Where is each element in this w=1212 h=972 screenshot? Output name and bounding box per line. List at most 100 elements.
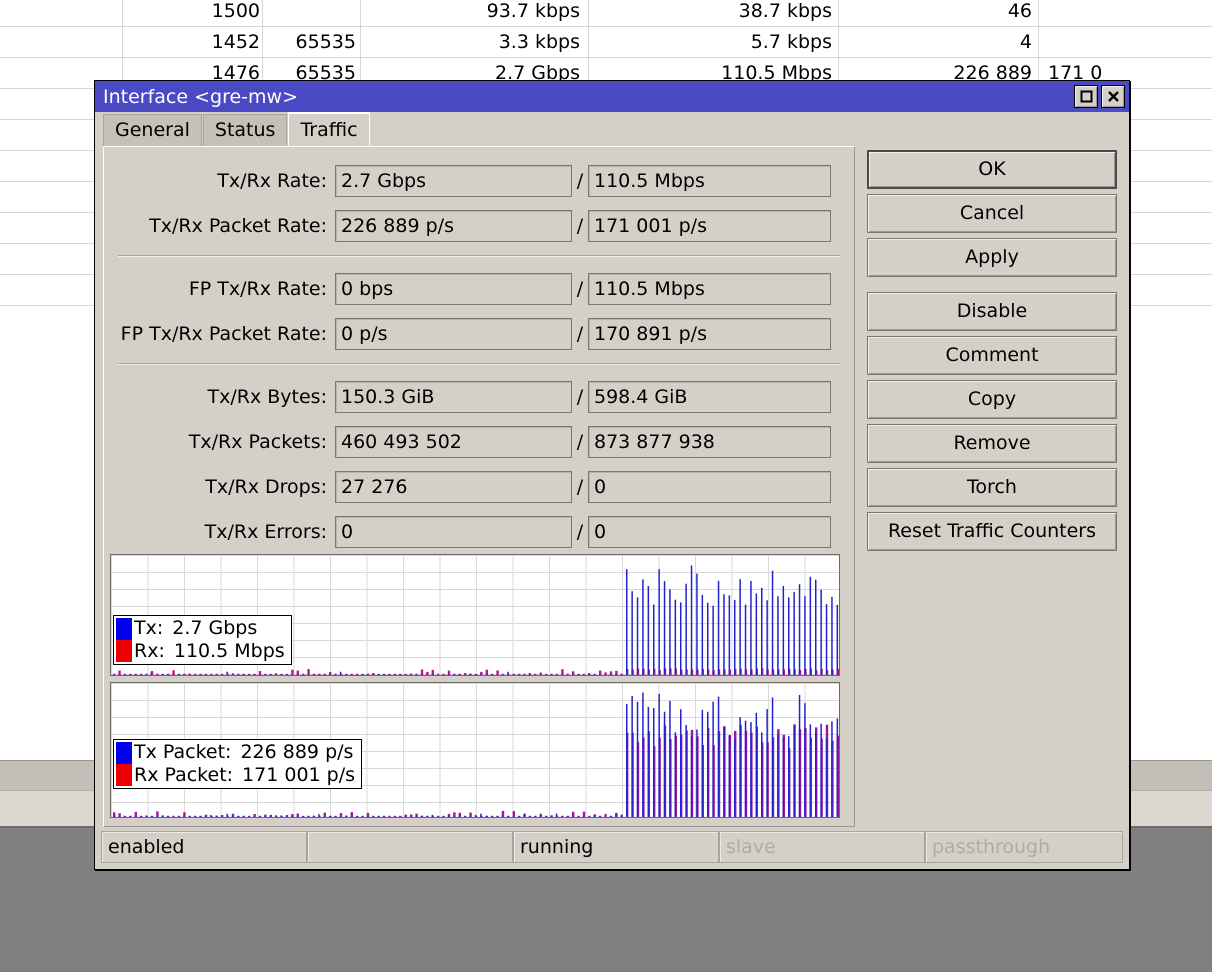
value-tx-packets[interactable]: 460 493 502 xyxy=(335,426,572,458)
legend-swatches xyxy=(116,742,132,786)
legend-value-tx: 2.7 Gbps xyxy=(172,617,258,639)
status-enabled: enabled xyxy=(101,831,307,863)
ok-button[interactable]: OK xyxy=(867,150,1117,189)
rate-graph-legend: Tx: 2.7 Gbps Rx: 110.5 Mbps xyxy=(113,615,292,665)
tab-strip: General Status Traffic xyxy=(95,112,1129,146)
legend-swatch-rx xyxy=(116,640,132,662)
value-rx-errors[interactable]: 0 xyxy=(588,516,831,548)
field-row-tx-rx-errors: Tx/Rx Errors: 0 / 0 xyxy=(104,516,854,548)
legend-row-rx-packet: Rx Packet: 171 001 p/s xyxy=(134,764,355,787)
bg-cell-mtu: 1500 xyxy=(211,0,260,22)
form-separator xyxy=(118,363,840,365)
legend-row-rx: Rx: 110.5 Mbps xyxy=(134,640,285,663)
field-separator: / xyxy=(576,170,584,192)
legend-row-tx: Tx: 2.7 Gbps xyxy=(134,617,285,640)
close-icon[interactable] xyxy=(1101,85,1125,108)
legend-key-tx-packet: Tx Packet: xyxy=(134,741,232,763)
maximize-icon[interactable] xyxy=(1074,85,1098,108)
label-tx-rx-packet-rate: Tx/Rx Packet Rate: xyxy=(149,215,327,237)
label-tx-rx-bytes: Tx/Rx Bytes: xyxy=(207,386,327,408)
field-separator: / xyxy=(576,215,584,237)
legend-row-tx-packet: Tx Packet: 226 889 p/s xyxy=(134,741,355,764)
field-separator: / xyxy=(576,386,584,408)
value-rx-rate[interactable]: 110.5 Mbps xyxy=(588,165,831,197)
reset-traffic-counters-button[interactable]: Reset Traffic Counters xyxy=(867,512,1117,551)
value-fp-tx-packet-rate[interactable]: 0 p/s xyxy=(335,318,572,350)
dialog-titlebar[interactable]: Interface <gre-mw> xyxy=(95,81,1129,112)
value-fp-rx-rate[interactable]: 110.5 Mbps xyxy=(588,273,831,305)
bg-cell-tx: 3.3 kbps xyxy=(498,31,580,53)
bg-cell-rx: 5.7 kbps xyxy=(750,31,832,53)
value-rx-bytes[interactable]: 598.4 GiB xyxy=(588,381,831,413)
legend-swatches xyxy=(116,618,132,662)
packet-rate-graph: Tx Packet: 226 889 p/s Rx Packet: 171 00… xyxy=(110,682,840,818)
label-fp-tx-rx-packet-rate: FP Tx/Rx Packet Rate: xyxy=(120,323,327,345)
traffic-form-panel: Tx/Rx Rate: 2.7 Gbps / 110.5 Mbps Tx/Rx … xyxy=(103,146,855,827)
field-separator: / xyxy=(576,521,584,543)
legend-value-tx-packet: 226 889 p/s xyxy=(240,741,354,763)
copy-button[interactable]: Copy xyxy=(867,380,1117,419)
bg-cell-txp: 46 xyxy=(1007,0,1032,22)
label-tx-rx-rate: Tx/Rx Rate: xyxy=(217,170,327,192)
tab-traffic[interactable]: Traffic xyxy=(288,112,370,146)
value-tx-errors[interactable]: 0 xyxy=(335,516,572,548)
dialog-title: Interface <gre-mw> xyxy=(103,85,298,108)
torch-button[interactable]: Torch xyxy=(867,468,1117,507)
legend-key-rx: Rx: xyxy=(134,640,165,662)
form-separator xyxy=(118,255,840,257)
legend-value-rx-packet: 171 001 p/s xyxy=(242,764,356,786)
field-row-tx-rx-bytes: Tx/Rx Bytes: 150.3 GiB / 598.4 GiB xyxy=(104,381,854,413)
interface-dialog: Interface <gre-mw> General Status Traffi… xyxy=(94,80,1130,870)
apply-button[interactable]: Apply xyxy=(867,238,1117,277)
legend-swatch-tx xyxy=(116,618,132,640)
packet-rate-graph-legend: Tx Packet: 226 889 p/s Rx Packet: 171 00… xyxy=(113,739,363,789)
field-separator: / xyxy=(576,323,584,345)
bg-cell-tx: 93.7 kbps xyxy=(486,0,580,22)
disable-button[interactable]: Disable xyxy=(867,292,1117,331)
rate-graph: Tx: 2.7 Gbps Rx: 110.5 Mbps xyxy=(110,554,840,676)
bg-cell-rx: 38.7 kbps xyxy=(738,0,832,22)
dialog-button-column: OK Cancel Apply Disable Comment Copy Rem… xyxy=(855,146,1129,827)
comment-button[interactable]: Comment xyxy=(867,336,1117,375)
bg-cell-mtu: 1452 xyxy=(211,31,260,53)
field-row-tx-rx-rate: Tx/Rx Rate: 2.7 Gbps / 110.5 Mbps xyxy=(104,165,854,197)
value-fp-rx-packet-rate[interactable]: 170 891 p/s xyxy=(588,318,831,350)
legend-swatch-tx-packet xyxy=(116,742,132,764)
value-rx-packets[interactable]: 873 877 938 xyxy=(588,426,831,458)
value-rx-packet-rate[interactable]: 171 001 p/s xyxy=(588,210,831,242)
tab-status[interactable]: Status xyxy=(202,114,288,146)
label-fp-tx-rx-rate: FP Tx/Rx Rate: xyxy=(188,278,327,300)
field-separator: / xyxy=(576,431,584,453)
legend-key-rx-packet: Rx Packet: xyxy=(134,764,234,786)
bg-cell-l2mtu: 65535 xyxy=(295,31,356,53)
bg-cell-l2mtu xyxy=(268,0,356,27)
legend-value-rx: 110.5 Mbps xyxy=(173,640,285,662)
value-tx-packet-rate[interactable]: 226 889 p/s xyxy=(335,210,572,242)
value-tx-bytes[interactable]: 150.3 GiB xyxy=(335,381,572,413)
label-tx-rx-errors: Tx/Rx Errors: xyxy=(204,521,327,543)
bg-cell-txp: 4 xyxy=(1019,31,1032,53)
remove-button[interactable]: Remove xyxy=(867,424,1117,463)
field-row-fp-tx-rx-rate: FP Tx/Rx Rate: 0 bps / 110.5 Mbps xyxy=(104,273,854,305)
label-tx-rx-packets: Tx/Rx Packets: xyxy=(188,431,327,453)
field-row-tx-rx-packet-rate: Tx/Rx Packet Rate: 226 889 p/s / 171 001… xyxy=(104,210,854,242)
status-slave: slave xyxy=(719,831,925,863)
status-running: running xyxy=(513,831,719,863)
label-tx-rx-drops: Tx/Rx Drops: xyxy=(205,476,327,498)
cancel-button[interactable]: Cancel xyxy=(867,194,1117,233)
field-separator: / xyxy=(576,278,584,300)
field-row-tx-rx-drops: Tx/Rx Drops: 27 276 / 0 xyxy=(104,471,854,503)
value-tx-rate[interactable]: 2.7 Gbps xyxy=(335,165,572,197)
value-rx-drops[interactable]: 0 xyxy=(588,471,831,503)
legend-rows: Tx Packet: 226 889 p/s Rx Packet: 171 00… xyxy=(132,740,361,788)
status-passthrough: passthrough xyxy=(925,831,1123,863)
field-row-tx-rx-packets: Tx/Rx Packets: 460 493 502 / 873 877 938 xyxy=(104,426,854,458)
value-fp-tx-rate[interactable]: 0 bps xyxy=(335,273,572,305)
tab-general[interactable]: General xyxy=(103,114,202,146)
value-tx-drops[interactable]: 27 276 xyxy=(335,471,572,503)
field-row-fp-tx-rx-packet-rate: FP Tx/Rx Packet Rate: 0 p/s / 170 891 p/… xyxy=(104,318,854,350)
legend-swatch-rx-packet xyxy=(116,764,132,786)
field-separator: / xyxy=(576,476,584,498)
dialog-statusbar: enabled running slave passthrough xyxy=(95,827,1129,869)
legend-rows: Tx: 2.7 Gbps Rx: 110.5 Mbps xyxy=(132,616,291,664)
